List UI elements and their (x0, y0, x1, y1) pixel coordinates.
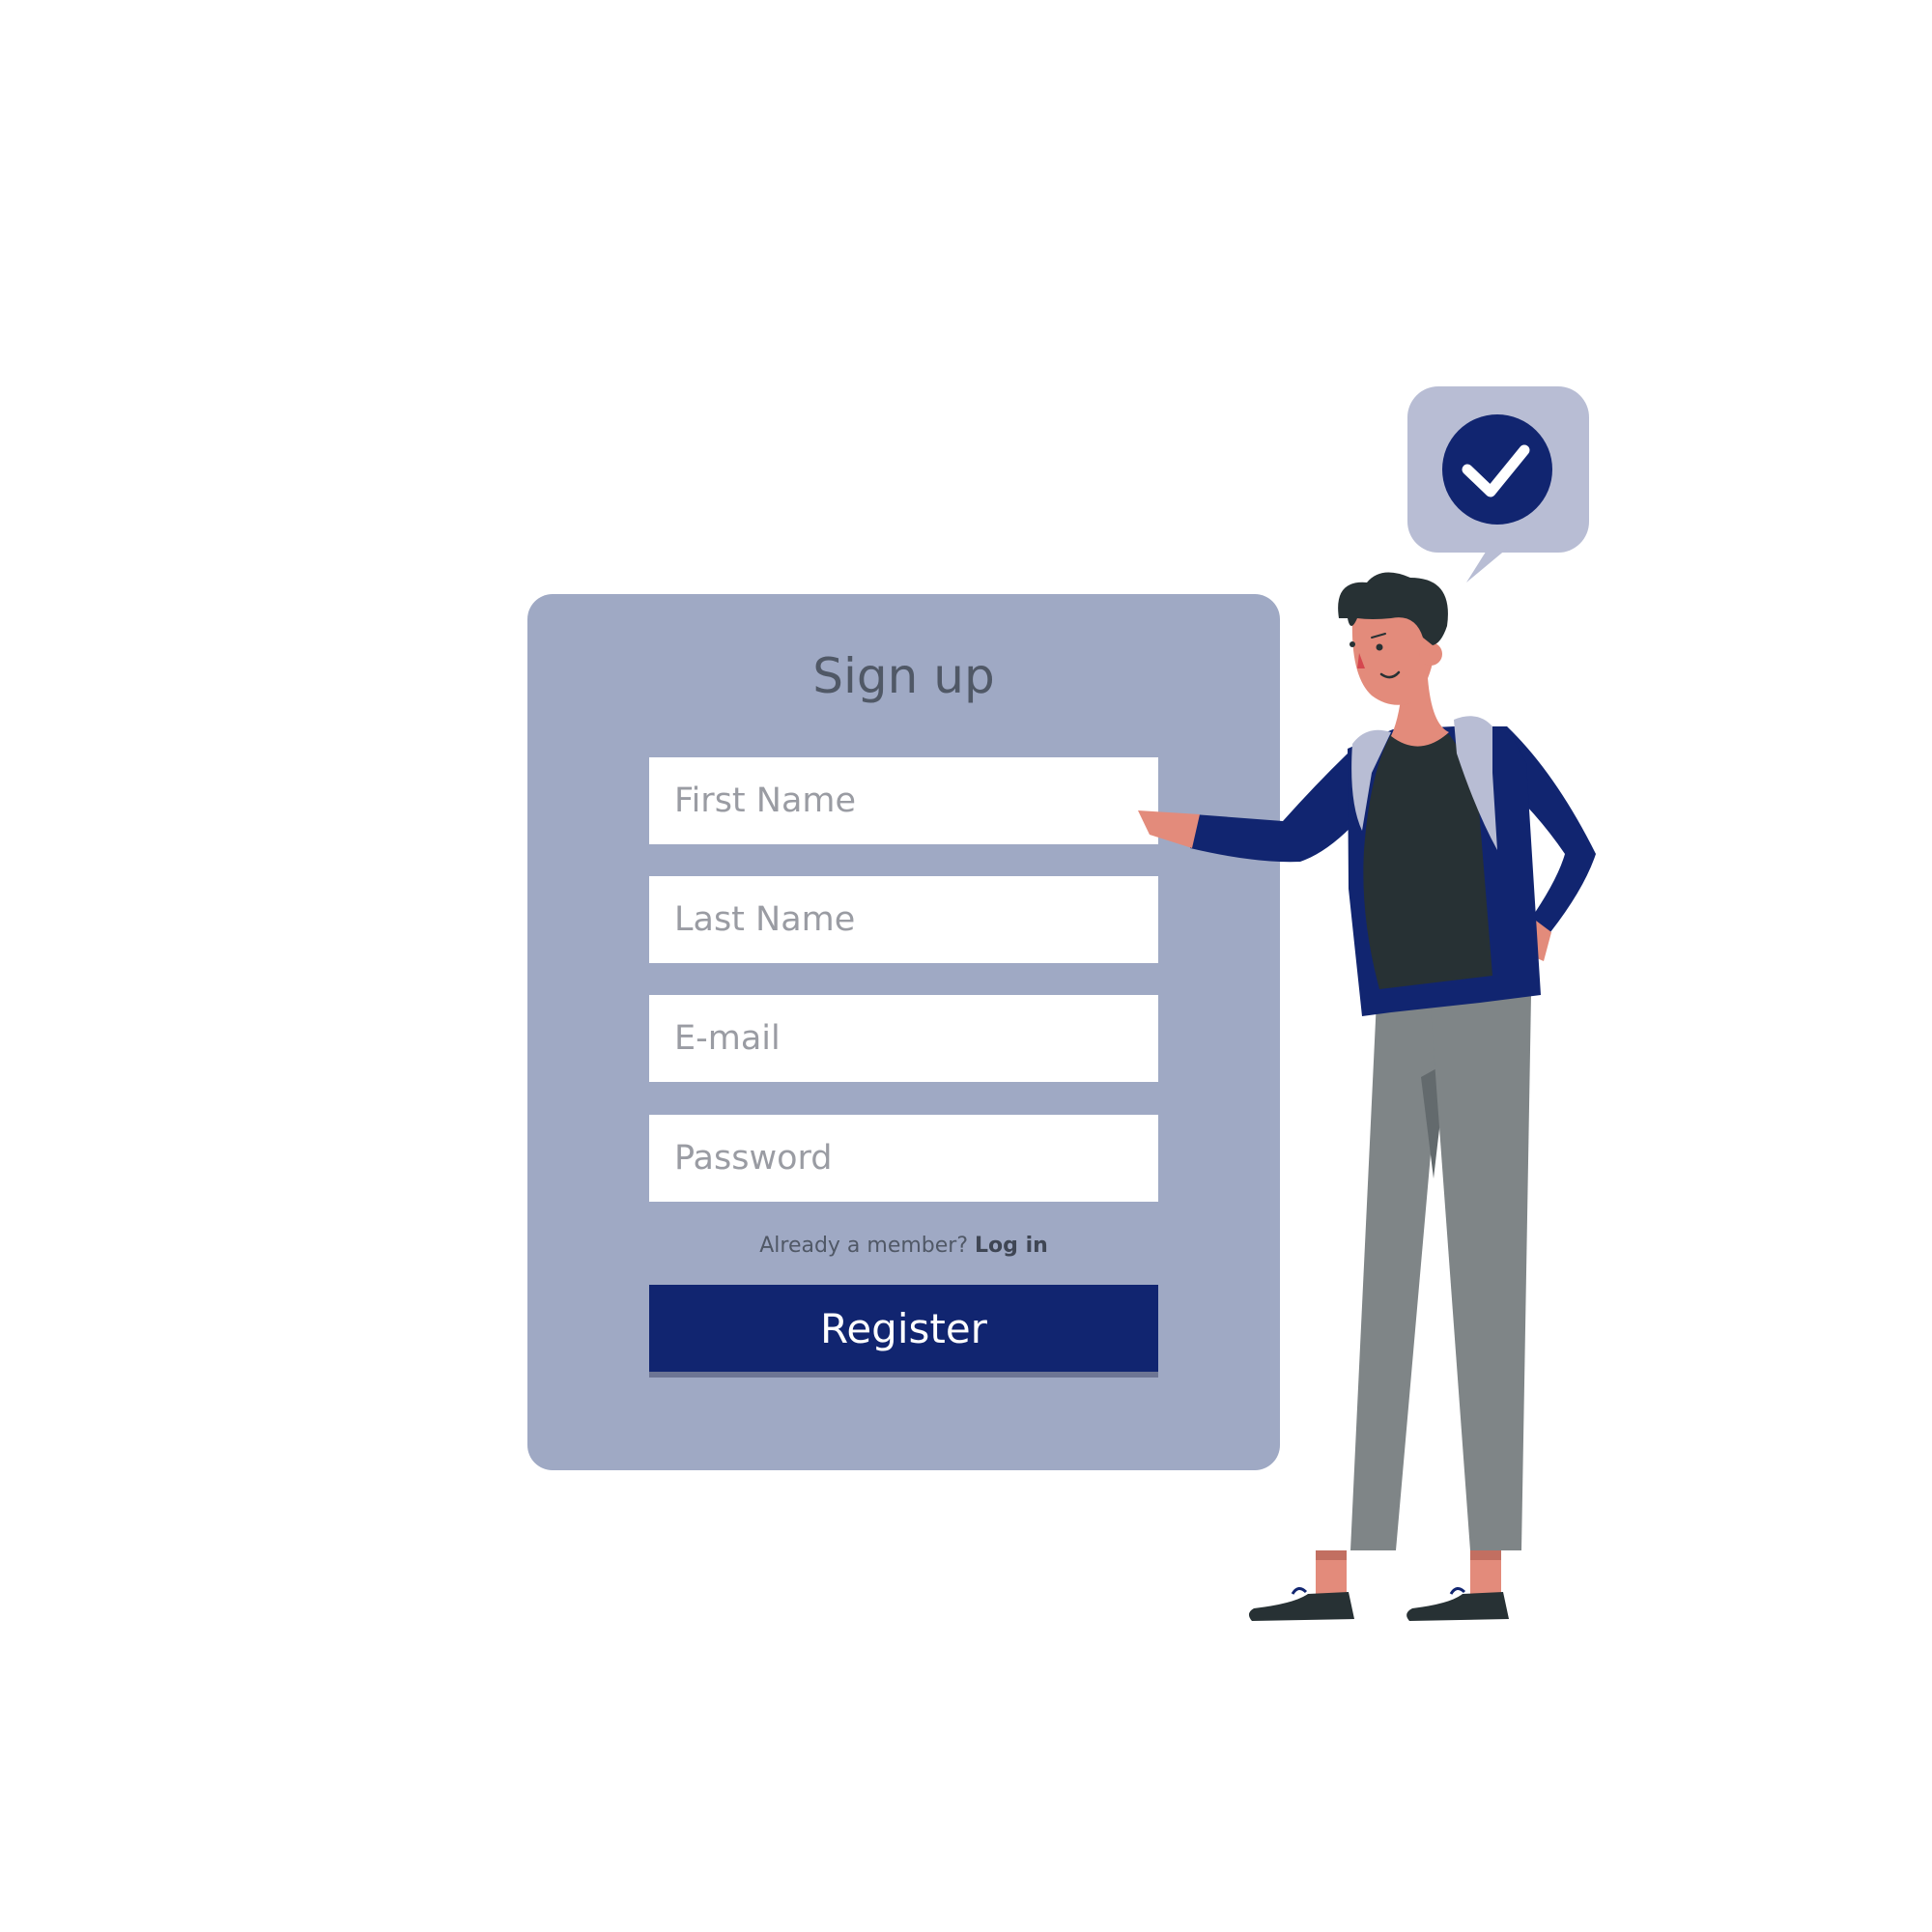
person-hair (1338, 572, 1448, 645)
person-smile (1379, 670, 1401, 679)
register-button[interactable]: Register (649, 1285, 1158, 1372)
member-prompt: Already a member? Log in (527, 1234, 1280, 1258)
person-back-leg (1350, 1000, 1444, 1550)
person-eye (1376, 643, 1383, 651)
last-name-input[interactable] (649, 876, 1158, 963)
signup-card: Sign up Already a member? Log in Registe… (527, 594, 1280, 1470)
person-front-leg (1430, 995, 1531, 1550)
person-hip-arm (1497, 726, 1596, 932)
person-neck (1391, 678, 1449, 747)
person-jacket (1348, 726, 1541, 1016)
login-link[interactable]: Log in (975, 1234, 1048, 1258)
member-text: Already a member? (759, 1234, 969, 1258)
person-left-shoe (1248, 1592, 1354, 1621)
person-shirt (1363, 734, 1492, 989)
person-head (1351, 584, 1436, 705)
person-ear (1419, 642, 1442, 666)
password-input[interactable] (649, 1115, 1158, 1202)
first-name-input[interactable] (649, 757, 1158, 844)
signup-illustration: Sign up Already a member? Log in Registe… (0, 0, 1932, 1932)
check-circle-icon (1442, 414, 1552, 525)
speech-bubble (1407, 386, 1589, 582)
person-nose (1357, 653, 1365, 668)
person-right-shoe (1406, 1592, 1509, 1621)
email-input[interactable] (649, 995, 1158, 1082)
form-title: Sign up (812, 648, 995, 704)
